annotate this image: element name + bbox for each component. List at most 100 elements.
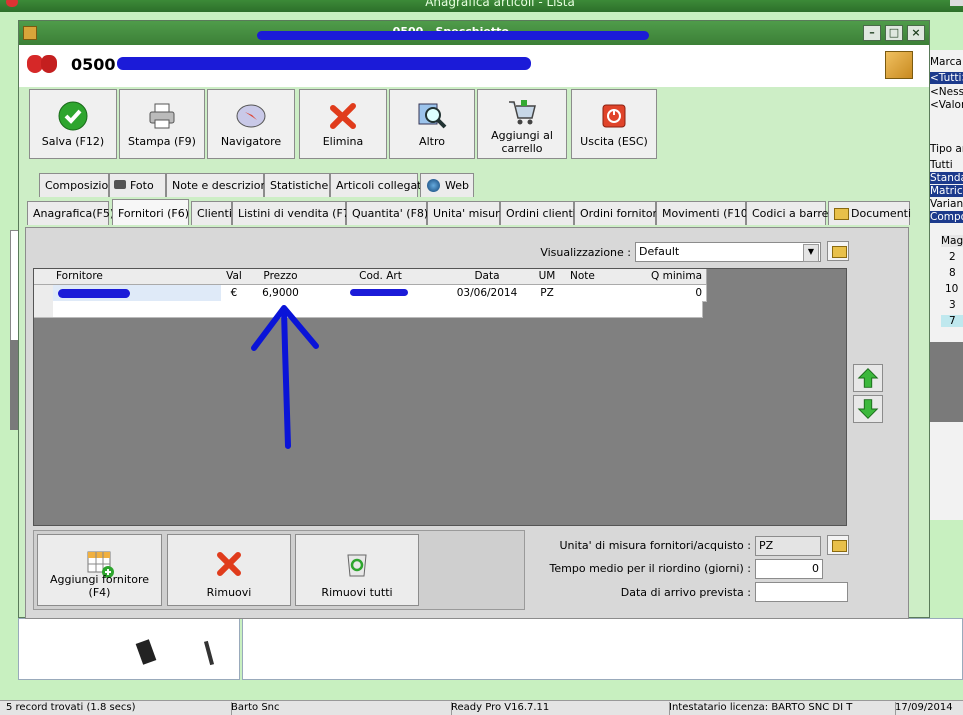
status-license: Intestatario licenza: BARTO SNC DI T — [663, 702, 896, 715]
background-window-title: Anagrafica articoli - Lista — [425, 0, 575, 9]
tab-codici-barre[interactable]: Codici a barre — [746, 201, 828, 225]
recycle-bin-icon — [347, 554, 367, 577]
product-photo — [135, 639, 157, 665]
elimina-button[interactable]: Elimina — [299, 89, 387, 159]
tab-anagrafica[interactable]: Anagrafica(F5) — [27, 201, 114, 225]
aggiungi-fornitore-button[interactable]: Aggiungi fornitore (F4) — [37, 534, 162, 606]
column-header[interactable]: Prezzo — [247, 269, 315, 285]
printer-icon — [149, 103, 175, 129]
table-cell-empty[interactable] — [634, 301, 703, 318]
tab-foto[interactable]: Foto — [109, 173, 166, 197]
salva-button[interactable]: Salva (F12) — [29, 89, 117, 159]
tab-quantita[interactable]: Quantita' (F8) — [346, 201, 428, 225]
visualizzazione-select[interactable]: Default ▼ — [635, 242, 821, 262]
um-folder-button[interactable] — [827, 535, 849, 555]
column-header[interactable]: Note — [567, 269, 638, 285]
marca-item[interactable]: <Tutti> — [930, 72, 963, 84]
tab-documenti[interactable]: Documenti — [828, 201, 911, 225]
visualizzazione-label: Visualizzazione : — [540, 246, 631, 259]
table-cell-empty[interactable] — [314, 301, 448, 318]
status-date: 17/09/2014 — [889, 702, 963, 715]
elimina-label: Elimina — [322, 135, 364, 148]
table-cell-empty[interactable] — [527, 301, 568, 318]
move-up-button[interactable] — [853, 364, 883, 392]
tab-web[interactable]: Web — [420, 173, 474, 197]
stampa-button[interactable]: Stampa (F9) — [119, 89, 205, 159]
tab-composizioni[interactable]: Composizioni — [39, 173, 118, 197]
close-icon[interactable]: × — [907, 25, 925, 41]
tab-ordini-clienti[interactable]: Ordini clienti — [500, 201, 576, 225]
table-cell-um[interactable]: PZ — [527, 285, 568, 302]
status-records: 5 record trovati (1.8 secs) — [0, 702, 232, 715]
maximize-icon[interactable]: □ — [885, 25, 903, 41]
column-header[interactable]: Fornitore — [53, 269, 225, 285]
mag-value: 10 — [945, 283, 959, 295]
close-icon[interactable] — [950, 0, 963, 6]
dialog-titlebar[interactable]: 0500 - Specchietto ... – □ × — [19, 21, 929, 45]
table-cell-empty[interactable] — [567, 301, 635, 318]
mag-value: 3 — [949, 299, 956, 311]
rimuovi-tutti-button[interactable]: Rimuovi tutti — [295, 534, 419, 606]
tab-foto-label: Foto — [130, 179, 154, 192]
tempo-riordino-label: Tempo medio per il riordino (giorni) : — [549, 562, 751, 575]
column-header[interactable]: Data — [447, 269, 528, 285]
tipo-item[interactable]: Compos — [930, 211, 963, 223]
table-cell-q-minima[interactable]: 0 — [634, 285, 707, 302]
rimuovi-tutti-label: Rimuovi tutti — [321, 586, 393, 599]
status-company: Barto Snc — [225, 702, 452, 715]
column-header[interactable]: UM — [527, 269, 568, 285]
move-down-button[interactable] — [853, 395, 883, 423]
delete-x-icon — [217, 552, 241, 576]
marca-label: Marca — [930, 56, 962, 68]
marca-item[interactable]: <Valore — [930, 99, 963, 111]
table-cell-empty[interactable] — [447, 301, 528, 318]
cart-icon — [509, 100, 536, 125]
folder-icon — [834, 208, 849, 220]
marca-item[interactable]: <Nessu — [930, 86, 963, 98]
tipo-item[interactable]: Varianti — [930, 198, 963, 210]
navigatore-button[interactable]: Navigatore — [207, 89, 295, 159]
rimuovi-button[interactable]: Rimuovi — [167, 534, 291, 606]
tab-unita-misura[interactable]: Unita' misura — [427, 201, 506, 225]
check-icon — [58, 101, 88, 131]
column-header[interactable]: Q minima — [634, 269, 707, 285]
mag-value: 8 — [949, 267, 956, 279]
data-arrivo-field[interactable] — [755, 582, 848, 602]
column-header[interactable]: Cod. Art — [314, 269, 448, 285]
um-fornitori-field[interactable]: PZ — [755, 536, 821, 556]
magnifier-icon — [418, 103, 447, 129]
row-indicator[interactable] — [34, 285, 54, 302]
tab-statistiche[interactable]: Statistiche — [264, 173, 330, 197]
fornitori-grid: Fornitore Val Prezzo Cod. Art Data UM No… — [33, 268, 847, 526]
aggiungi-fornitore-label: Aggiungi fornitore (F4) — [49, 573, 150, 599]
exit-icon — [602, 104, 626, 128]
tab-movimenti[interactable]: Movimenti (F10) — [656, 201, 752, 225]
table-cell-note[interactable] — [567, 285, 635, 302]
tipo-item[interactable]: Tutti — [930, 159, 953, 171]
arrow-down-icon — [857, 399, 879, 419]
tab-listini-vendita[interactable]: Listini di vendita (F7) — [232, 201, 354, 225]
tab-articoli-collegati[interactable]: Articoli collegati — [330, 173, 425, 197]
tab-clienti[interactable]: Clienti — [191, 201, 232, 225]
tempo-riordino-field[interactable]: 0 — [755, 559, 823, 579]
background-photo-panel — [18, 618, 240, 680]
globe-icon — [427, 179, 440, 192]
tab-fornitori[interactable]: Fornitori (F6) — [112, 199, 189, 225]
tipo-item[interactable]: Matrici — [930, 185, 963, 197]
row-indicator[interactable] — [34, 301, 54, 318]
tipo-item[interactable]: Standar — [930, 172, 963, 184]
folder-button[interactable] — [827, 241, 849, 261]
table-cell-data[interactable]: 03/06/2014 — [447, 285, 528, 302]
stampa-label: Stampa (F9) — [128, 135, 196, 148]
aggiungi-carrello-button[interactable]: Aggiungi al carrello — [477, 89, 567, 159]
tab-note-descrizioni[interactable]: Note e descrizioni — [166, 173, 271, 197]
column-header[interactable]: Val — [221, 269, 248, 285]
tab-ordini-fornitori[interactable]: Ordini fornitori — [574, 201, 660, 225]
data-arrivo-label: Data di arrivo prevista : — [620, 586, 751, 599]
uscita-button[interactable]: Uscita (ESC) — [571, 89, 657, 159]
altro-button[interactable]: Altro — [389, 89, 475, 159]
chevron-down-icon[interactable]: ▼ — [803, 244, 819, 262]
table-cell-empty[interactable] — [53, 301, 222, 318]
article-header: 0500 - ... — [19, 45, 929, 87]
minimize-icon[interactable]: – — [863, 25, 881, 41]
